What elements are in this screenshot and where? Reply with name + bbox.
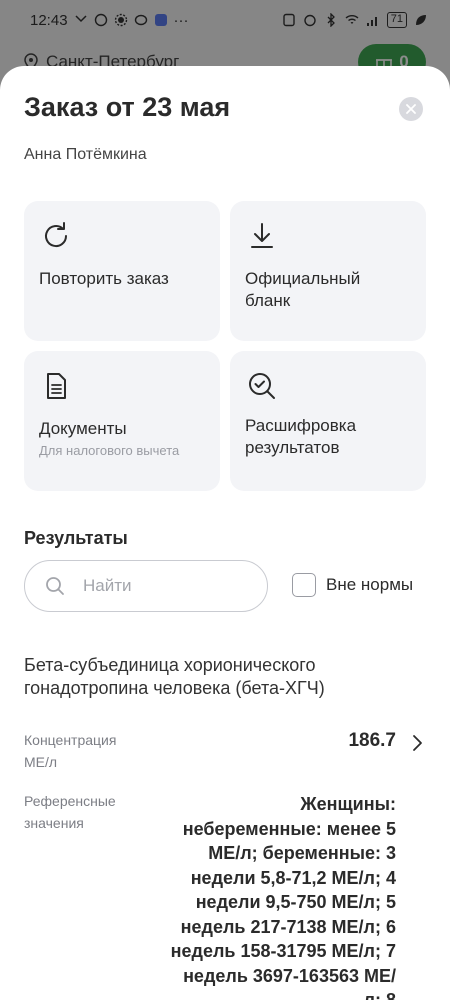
close-button[interactable] [399,97,423,121]
refresh-icon [45,222,68,248]
search-field[interactable] [24,560,268,612]
out-of-range-filter[interactable]: Вне нормы [292,573,413,597]
download-icon [251,223,273,248]
test-name: Бета-субъединица хорионического гонадотр… [24,655,325,698]
reference-label: Референсные значения [24,793,116,831]
official-form-label: Официальный бланк [245,269,361,310]
results-decoding-label: Расшифровка результатов [245,416,357,457]
out-of-range-label: Вне нормы [326,575,414,594]
concentration-label: Концентрация МЕ/л [24,729,116,773]
search-icon [46,577,64,595]
results-decoding-card[interactable]: Расшифровка результатов [230,351,426,491]
out-of-range-checkbox[interactable] [292,573,316,597]
search-input[interactable] [83,576,233,596]
repeat-order-label: Повторить заказ [39,269,169,288]
unit-label: МЕ/л [24,754,58,770]
documents-card[interactable]: Документы Для налогового вычета [24,351,220,491]
magnifier-check-icon [249,373,275,399]
documents-label: Документы [39,419,127,438]
document-icon [47,373,66,399]
order-sheet: Заказ от 23 мая Анна Потёмкина Повторить… [0,66,450,1000]
repeat-order-card[interactable]: Повторить заказ [24,201,220,341]
chevron-right-icon[interactable] [410,734,424,752]
results-title: Результаты [24,528,128,548]
page-title: Заказ от 23 мая [24,92,231,122]
close-icon [406,104,416,114]
result-value[interactable]: 186.7 [348,730,396,752]
patient-name: Анна Потёмкина [24,146,147,163]
documents-sublabel: Для налогового вычета [39,443,180,458]
reference-values: Женщины: небеременные: менее 5 МЕ/л; бер… [170,794,396,1000]
official-form-card[interactable]: Официальный бланк [230,201,426,341]
